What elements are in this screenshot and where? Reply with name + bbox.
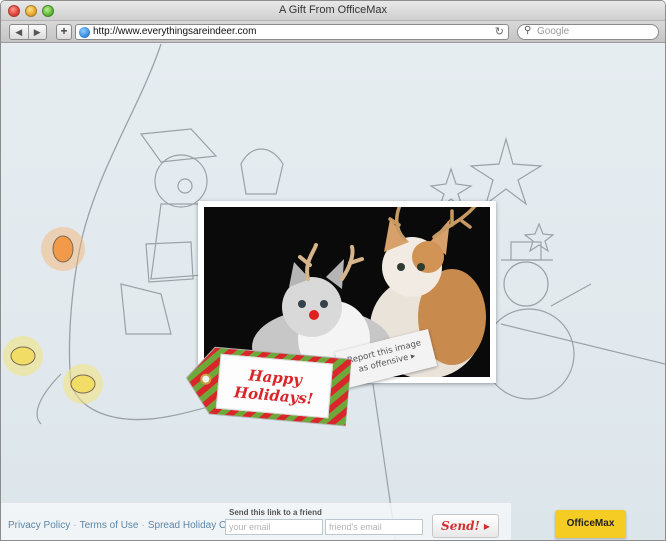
your-email-input[interactable]: your email	[225, 519, 323, 535]
page-content: Report this image as offensive ▸ Happy H…	[1, 44, 665, 540]
officemax-logo[interactable]: OfficeMax	[555, 510, 626, 538]
browser-window: A Gift From OfficeMax ◀ ▶ + http://www.e…	[0, 0, 666, 541]
light-bulb-orange-icon	[41, 227, 85, 271]
browser-toolbar: ◀ ▶ + http://www.everythingsareindeer.co…	[1, 21, 665, 43]
friend-email-input[interactable]: friend's email	[325, 519, 423, 535]
terms-of-use-link[interactable]: Terms of Use	[80, 520, 139, 531]
footer-links: Privacy Policy · Terms of Use · Spread Holid…	[8, 520, 249, 531]
footer-bar: Privacy Policy · Terms of Use · Spread Holid…	[1, 503, 665, 540]
add-bookmark-button[interactable]: +	[56, 24, 72, 40]
red-nose-icon	[309, 310, 319, 320]
window-title: A Gift From OfficeMax	[279, 4, 387, 16]
address-bar[interactable]: http://www.everythingsareindeer.com ↻	[75, 24, 509, 40]
search-placeholder: Google	[537, 26, 570, 37]
search-field[interactable]: ⚲ Google	[517, 24, 659, 40]
gift-tag: Happy Holidays!	[183, 343, 352, 428]
reload-icon[interactable]: ↻	[495, 25, 504, 38]
happy-holidays-text: Happy Holidays!	[218, 355, 332, 410]
send-button[interactable]: Send! ▸	[432, 514, 499, 538]
footer-separator: ·	[141, 520, 145, 531]
tag-label: Happy Holidays!	[215, 353, 334, 419]
light-bulb-yellow-icon	[3, 336, 43, 376]
send-link-label: Send this link to a friend	[229, 508, 322, 517]
light-bulb-yellow-2-icon	[63, 364, 103, 404]
address-url[interactable]: http://www.everythingsareindeer.com	[93, 26, 256, 37]
footer-separator: ·	[73, 520, 77, 531]
forward-button[interactable]: ▶	[29, 25, 47, 39]
search-icon: ⚲	[524, 25, 532, 36]
back-button[interactable]: ◀	[10, 25, 29, 39]
nav-buttons: ◀ ▶	[9, 24, 47, 40]
privacy-policy-link[interactable]: Privacy Policy	[8, 520, 70, 531]
title-bar: A Gift From OfficeMax	[1, 1, 665, 21]
site-globe-icon	[79, 27, 90, 38]
